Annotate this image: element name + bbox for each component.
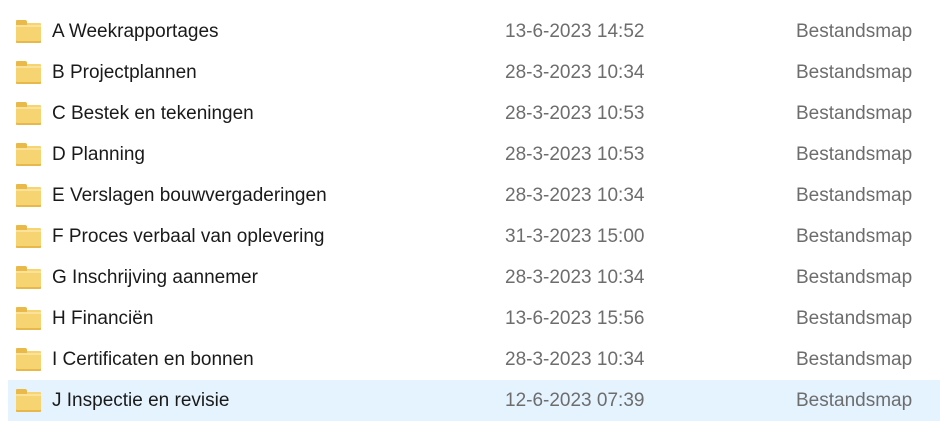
file-type: Bestandsmap — [796, 61, 913, 83]
list-item-a-weekrapportages[interactable]: A Weekrapportages 13-6-2023 14:52 Bestan… — [0, 11, 940, 52]
folder-icon — [16, 61, 41, 84]
list-item-g-inschrijving-aannemer[interactable]: G Inschrijving aannemer 28-3-2023 10:34 … — [0, 257, 940, 298]
name-cell: J Inspectie en revisie — [8, 389, 505, 412]
file-type: Bestandsmap — [796, 266, 913, 288]
folder-name[interactable]: E Verslagen bouwvergaderingen — [52, 185, 327, 207]
list-item-h-financien[interactable]: H Financiën 13-6-2023 15:56 Bestandsmap — [0, 298, 940, 339]
file-list: A Weekrapportages 13-6-2023 14:52 Bestan… — [0, 0, 940, 426]
name-cell: I Certificaten en bonnen — [0, 348, 505, 371]
file-type: Bestandsmap — [796, 389, 913, 411]
folder-icon — [16, 225, 41, 248]
date-modified: 28-3-2023 10:53 — [505, 102, 645, 124]
date-modified: 28-3-2023 10:34 — [505, 61, 645, 83]
date-modified: 31-3-2023 15:00 — [505, 225, 645, 247]
file-type: Bestandsmap — [796, 307, 913, 329]
list-item-f-proces-verbaal-van-oplevering[interactable]: F Proces verbaal van oplevering 31-3-202… — [0, 216, 940, 257]
folder-name[interactable]: B Projectplannen — [52, 62, 197, 84]
name-cell: H Financiën — [0, 307, 505, 330]
folder-icon — [16, 348, 41, 371]
file-type: Bestandsmap — [796, 184, 913, 206]
name-cell: D Planning — [0, 143, 505, 166]
date-modified: 13-6-2023 14:52 — [505, 20, 645, 42]
file-type: Bestandsmap — [796, 20, 913, 42]
date-modified: 12-6-2023 07:39 — [505, 389, 645, 411]
folder-name[interactable]: A Weekrapportages — [52, 21, 219, 43]
list-item-c-bestek-en-tekeningen[interactable]: C Bestek en tekeningen 28-3-2023 10:53 B… — [0, 93, 940, 134]
list-item-b-projectplannen[interactable]: B Projectplannen 28-3-2023 10:34 Bestand… — [0, 52, 940, 93]
folder-icon — [16, 307, 41, 330]
file-type: Bestandsmap — [796, 102, 913, 124]
file-type: Bestandsmap — [796, 143, 913, 165]
date-modified: 28-3-2023 10:53 — [505, 143, 645, 165]
folder-icon — [16, 389, 41, 412]
folder-name[interactable]: F Proces verbaal van oplevering — [52, 226, 324, 248]
name-cell: A Weekrapportages — [0, 20, 505, 43]
file-type: Bestandsmap — [796, 225, 913, 247]
name-cell: G Inschrijving aannemer — [0, 266, 505, 289]
file-type: Bestandsmap — [796, 348, 913, 370]
folder-name[interactable]: H Financiën — [52, 308, 153, 330]
name-cell: E Verslagen bouwvergaderingen — [0, 184, 505, 207]
date-modified: 28-3-2023 10:34 — [505, 184, 645, 206]
folder-icon — [16, 143, 41, 166]
folder-name[interactable]: I Certificaten en bonnen — [52, 349, 254, 371]
list-item-e-verslagen-bouwvergaderingen[interactable]: E Verslagen bouwvergaderingen 28-3-2023 … — [0, 175, 940, 216]
date-modified: 13-6-2023 15:56 — [505, 307, 645, 329]
folder-icon — [16, 184, 41, 207]
name-cell: F Proces verbaal van oplevering — [0, 225, 505, 248]
date-modified: 28-3-2023 10:34 — [505, 348, 645, 370]
list-item-i-certificaten-en-bonnen[interactable]: I Certificaten en bonnen 28-3-2023 10:34… — [0, 339, 940, 380]
folder-name[interactable]: D Planning — [52, 144, 145, 166]
name-cell: C Bestek en tekeningen — [0, 102, 505, 125]
name-cell: B Projectplannen — [0, 61, 505, 84]
date-modified: 28-3-2023 10:34 — [505, 266, 645, 288]
folder-name[interactable]: J Inspectie en revisie — [52, 390, 229, 412]
list-item-j-inspectie-en-revisie[interactable]: J Inspectie en revisie 12-6-2023 07:39 B… — [8, 380, 940, 421]
folder-icon — [16, 102, 41, 125]
folder-name[interactable]: G Inschrijving aannemer — [52, 267, 258, 289]
folder-icon — [16, 266, 41, 289]
folder-name[interactable]: C Bestek en tekeningen — [52, 103, 254, 125]
list-item-d-planning[interactable]: D Planning 28-3-2023 10:53 Bestandsmap — [0, 134, 940, 175]
folder-icon — [16, 20, 41, 43]
